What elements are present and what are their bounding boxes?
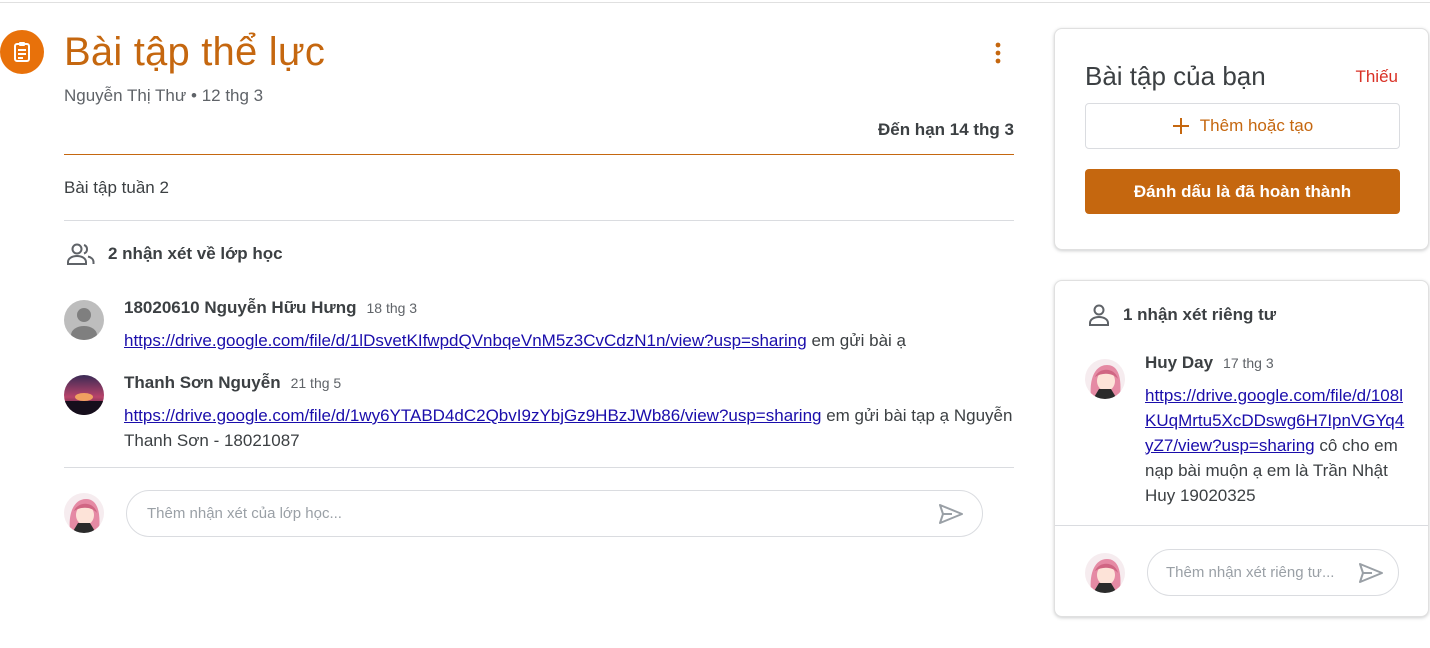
comment-text: https://drive.google.com/file/d/1wy6YTAB… [124, 403, 1014, 453]
private-comments-count: 1 nhận xét riêng tư [1123, 305, 1277, 324]
assignment-meta: Nguyễn Thị Thư • 12 thg 3 [64, 86, 263, 106]
class-comments-header[interactable]: 2 nhận xét về lớp học [66, 242, 283, 266]
private-comment-input[interactable] [1166, 564, 1358, 581]
person-icon [1089, 304, 1109, 326]
comment-date: 21 thg 5 [290, 375, 342, 391]
add-or-create-label: Thêm hoặc tạo [1199, 116, 1314, 135]
user-avatar [64, 493, 104, 533]
user-avatar [1085, 553, 1125, 593]
description-divider [64, 220, 1014, 221]
add-or-create-button[interactable]: Thêm hoặc tạo [1085, 103, 1400, 149]
drive-link[interactable]: https://drive.google.com/file/d/1lDsvetK… [124, 331, 807, 350]
comment-author: Huy Day [1145, 353, 1214, 372]
comment-text: https://drive.google.com/file/d/108lKUqM… [1145, 383, 1405, 508]
missing-status: Thiếu [1355, 67, 1398, 86]
people-icon [67, 243, 95, 265]
avatar [64, 375, 104, 415]
send-icon[interactable] [938, 503, 964, 525]
meta-separator: • [191, 86, 197, 105]
sunset-avatar-image [64, 375, 104, 415]
assignment-icon [0, 30, 44, 74]
drive-link[interactable]: https://drive.google.com/file/d/1wy6YTAB… [124, 406, 822, 425]
private-comment-field[interactable] [1147, 549, 1399, 596]
send-icon[interactable] [1358, 562, 1384, 584]
comment-author: Thanh Sơn Nguyễn [124, 373, 281, 392]
private-comments-divider [1055, 525, 1428, 526]
mark-as-done-button[interactable]: Đánh dấu là đã hoàn thành [1085, 169, 1400, 214]
comment-message: em gửi bài ạ [806, 331, 906, 350]
more-options-button[interactable] [983, 38, 1013, 68]
more-vert-icon [995, 42, 1001, 64]
private-comments-header: 1 nhận xét riêng tư [1087, 303, 1276, 327]
default-avatar-icon [64, 300, 104, 340]
private-comments-card: 1 nhận xét riêng tư Huy Day 17 thg 3 htt… [1054, 280, 1429, 617]
posted-date: 12 thg 3 [201, 86, 264, 105]
anime-avatar-image [64, 493, 104, 533]
header-divider [64, 154, 1014, 155]
comment-text: https://drive.google.com/file/d/1lDsvetK… [124, 328, 1014, 353]
avatar [1085, 359, 1125, 399]
class-comment: Thanh Sơn Nguyễn 21 thg 5 https://drive.… [64, 373, 1014, 453]
comment-date: 17 thg 3 [1223, 355, 1274, 371]
top-divider [0, 2, 1430, 3]
author-name: Nguyễn Thị Thư [64, 86, 187, 105]
class-comment-field[interactable] [126, 490, 983, 537]
class-comments-count: 2 nhận xét về lớp học [108, 244, 283, 263]
your-work-title: Bài tập của bạn [1085, 61, 1266, 91]
comment-date: 18 thg 3 [366, 300, 418, 316]
comments-divider [64, 467, 1014, 468]
page-title: Bài tập thể lực [64, 30, 326, 74]
class-comment: 18020610 Nguyễn Hữu Hưng 18 thg 3 https:… [64, 298, 1014, 350]
your-work-card: Bài tập của bạn Thiếu Thêm hoặc tạo Đánh… [1054, 28, 1429, 250]
anime-avatar-image [1085, 359, 1125, 399]
anime-avatar-image [1085, 553, 1125, 593]
comment-author: 18020610 Nguyễn Hữu Hưng [124, 298, 357, 317]
assignment-description: Bài tập tuần 2 [64, 178, 169, 197]
plus-icon [1172, 118, 1189, 134]
avatar [64, 300, 104, 340]
due-date: Đến hạn 14 thg 3 [877, 120, 1014, 139]
clipboard-icon [14, 42, 30, 62]
class-comment-input[interactable] [147, 505, 938, 522]
